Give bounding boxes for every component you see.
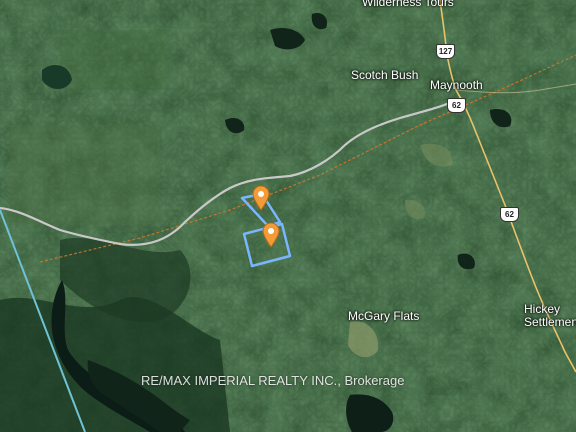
location-pin-icon[interactable] [251, 185, 271, 211]
highway-62-shield: 62 [447, 98, 466, 113]
satellite-map[interactable]: 127 62 62 Wilderness Tours Scotch Bush M… [0, 0, 576, 432]
highway-62-shield: 62 [500, 207, 519, 222]
location-pin-icon[interactable] [261, 222, 281, 248]
place-label-hickey-settlement: Hickey Settlement [524, 302, 576, 329]
place-label-mcgary-flats: McGary Flats [348, 309, 420, 323]
place-label-maynooth: Maynooth [430, 78, 483, 92]
satellite-imagery [0, 0, 576, 432]
place-label-wilderness-tours: Wilderness Tours [362, 0, 454, 9]
brokerage-watermark: RE/MAX IMPERIAL REALTY INC., Brokerage [141, 373, 405, 388]
place-label-scotch-bush: Scotch Bush [351, 68, 419, 82]
highway-127-shield: 127 [436, 44, 455, 59]
